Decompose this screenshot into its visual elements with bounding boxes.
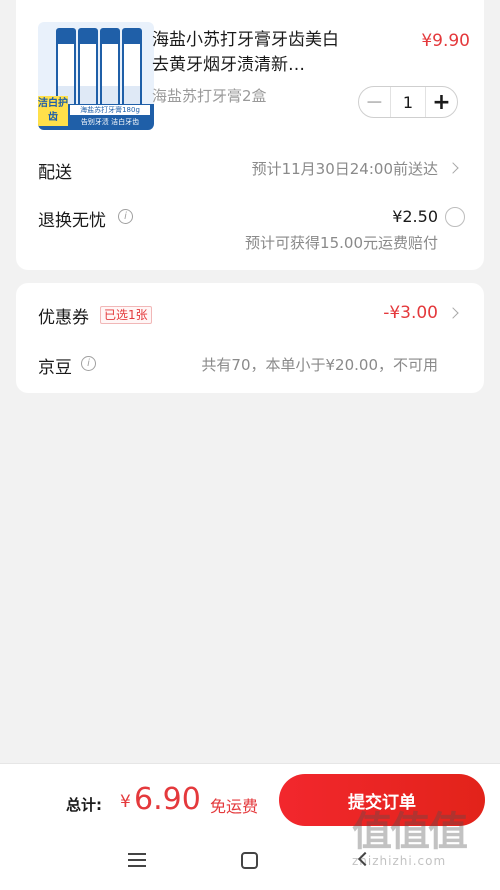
image-strip: 海盐苏打牙膏180g (70, 105, 150, 115)
product-spec: 海盐苏打牙膏2盒 (152, 87, 267, 105)
order-confirm-page: 洁白护齿 海盐苏打牙膏180g 告别牙渍 洁白牙齿 海盐小苏打牙膏牙齿美白去黄牙… (0, 0, 500, 890)
product-image[interactable]: 洁白护齿 海盐苏打牙膏180g 告别牙渍 洁白牙齿 (38, 22, 154, 130)
return-note: 预计可获得15.00元运费赔付 (245, 234, 438, 252)
increase-button[interactable]: + (425, 87, 457, 117)
decrease-button[interactable]: − (359, 87, 391, 117)
watermark-url: zhizhizhi.com (352, 854, 447, 868)
delivery-value[interactable]: 预计11月30日24:00前送达 (252, 158, 438, 179)
return-price: ¥2.50 (392, 207, 438, 226)
watermark: 值值值 zhizhizhi.com (352, 810, 492, 880)
product-price: ¥9.90 (421, 31, 470, 51)
quantity-value[interactable]: 1 (391, 93, 425, 112)
discount-card (16, 283, 484, 393)
return-radio[interactable] (445, 207, 465, 227)
home-icon[interactable] (241, 852, 258, 869)
coupon-selected-tag: 已选1张 (100, 306, 152, 324)
tube-graphic (122, 28, 142, 112)
jingdou-label: 京豆 (38, 358, 72, 378)
product-title[interactable]: 海盐小苏打牙膏牙齿美白去黄牙烟牙渍清新… (152, 28, 350, 78)
menu-icon[interactable] (128, 853, 146, 867)
return-label: 退换无忧 (38, 211, 106, 231)
coupon-value[interactable]: -¥3.00 (383, 303, 438, 323)
quantity-stepper: − 1 + (358, 86, 458, 118)
info-icon[interactable]: i (118, 209, 133, 224)
total-label: 总计: (66, 796, 102, 814)
coupon-label: 优惠券 (38, 308, 89, 328)
free-shipping-label: 免运费 (210, 797, 259, 816)
jingdou-note: 共有70，本单小于¥20.00，不可用 (201, 356, 438, 374)
tube-graphic (100, 28, 120, 112)
delivery-label: 配送 (38, 163, 72, 183)
image-strip: 告别牙渍 洁白牙齿 (80, 118, 140, 126)
info-icon[interactable]: i (81, 356, 96, 371)
image-badge: 洁白护齿 (38, 96, 68, 126)
tube-graphic (78, 28, 98, 112)
watermark-logo: 值值值 (352, 809, 468, 855)
total-currency: ¥ (120, 792, 131, 812)
total-amount: 6.90 (134, 782, 201, 817)
